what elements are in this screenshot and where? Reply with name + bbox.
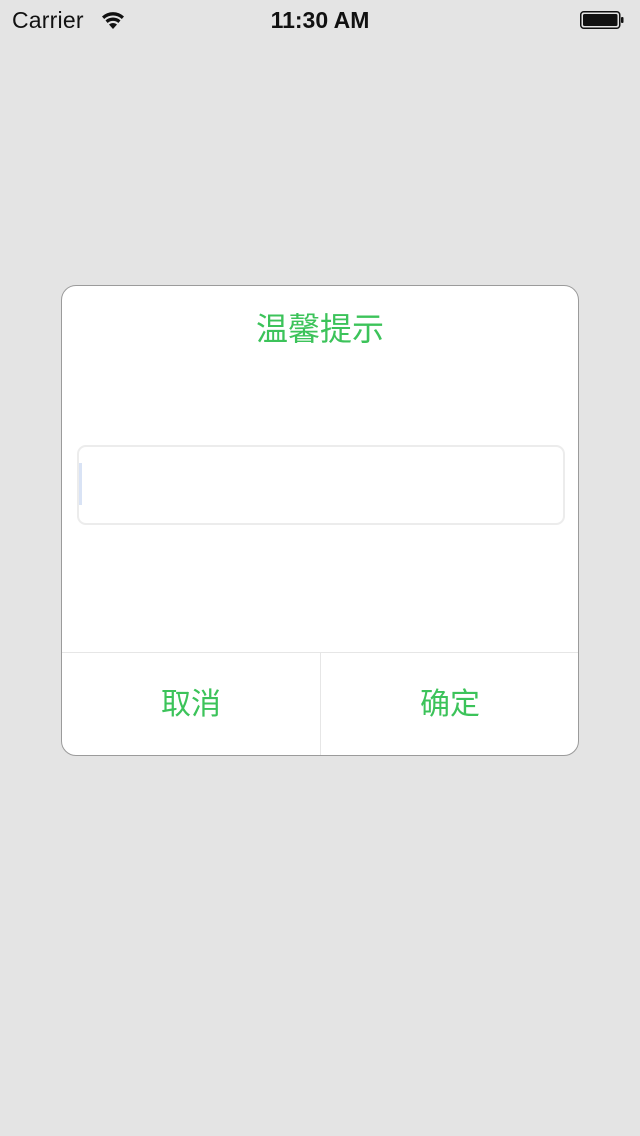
text-cursor: [79, 463, 82, 505]
battery-icon: [580, 11, 624, 29]
clock: 11:30 AM: [270, 7, 370, 33]
dialog-text-input[interactable]: [77, 445, 565, 525]
alert-dialog: 温馨提示 取消 确定: [61, 285, 579, 756]
dialog-button-row: 取消 确定: [62, 652, 578, 755]
confirm-button[interactable]: 确定: [320, 653, 578, 755]
cancel-button[interactable]: 取消: [62, 653, 320, 755]
dialog-title: 温馨提示: [255, 310, 384, 348]
status-bar: Carrier 11:30 AM: [0, 0, 640, 40]
